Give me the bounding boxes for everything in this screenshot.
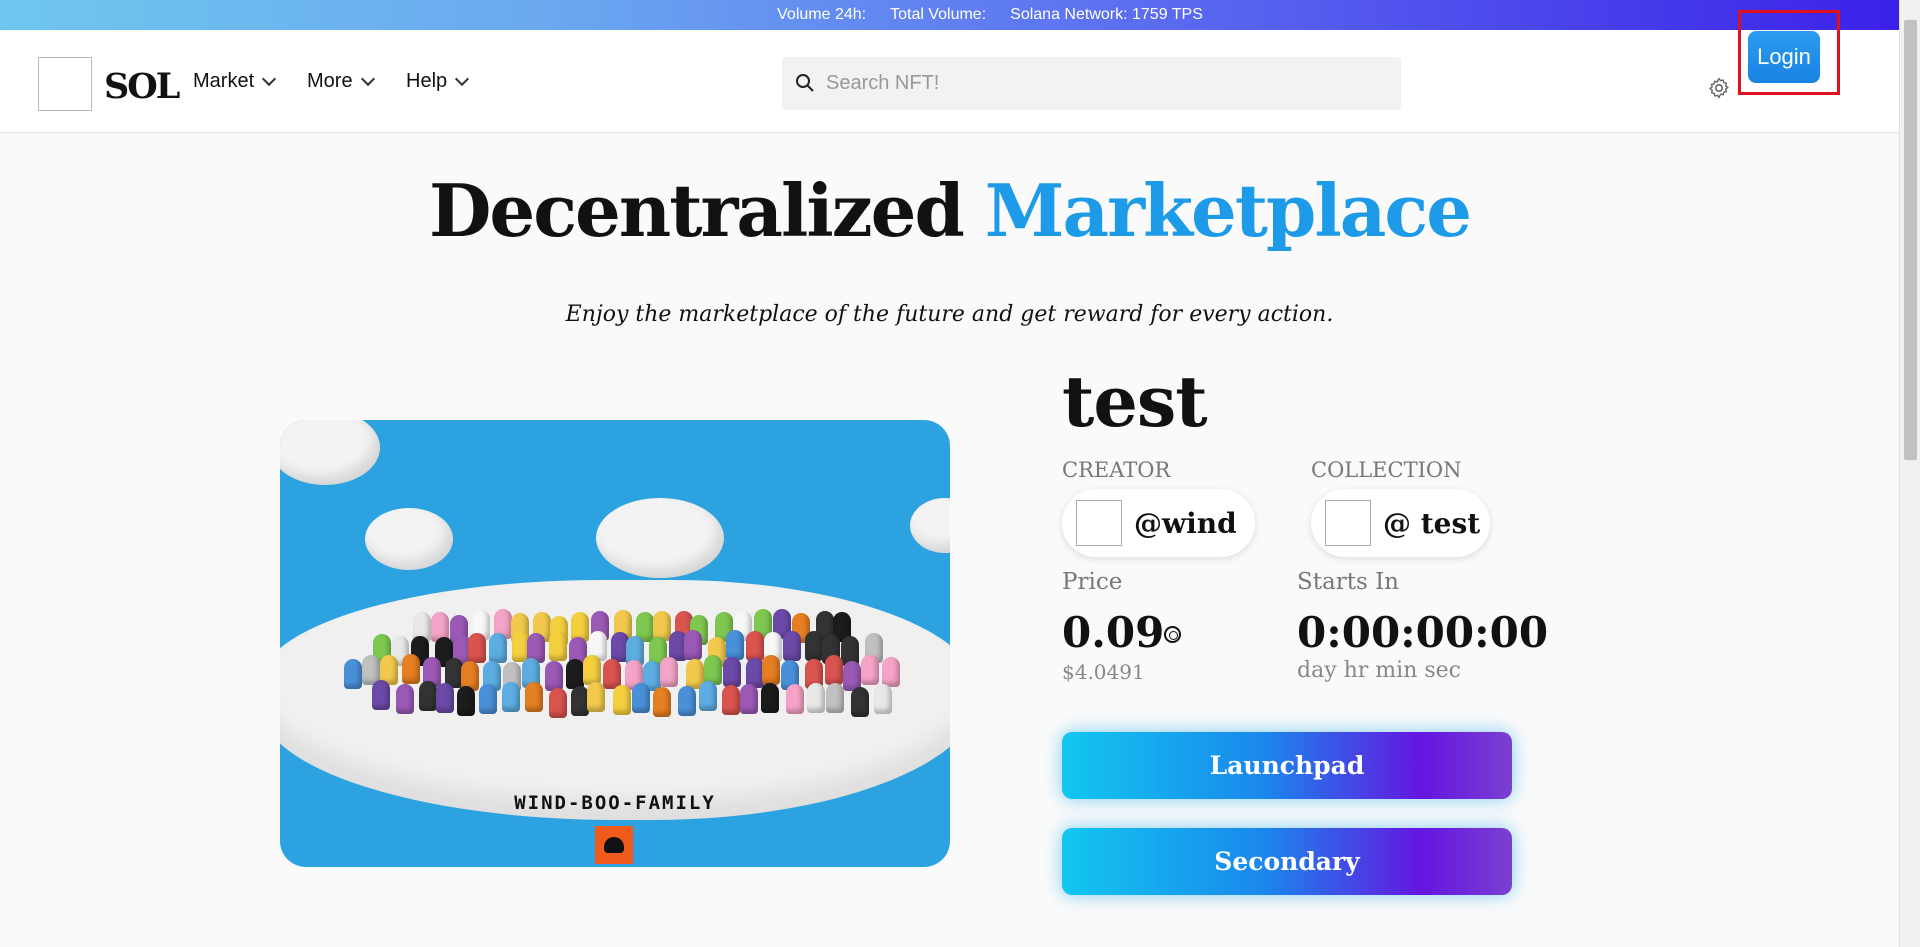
character-figure bbox=[782, 631, 801, 662]
price-value: 0.09 bbox=[1062, 608, 1165, 657]
collection-avatar bbox=[1325, 500, 1371, 546]
character-crowd bbox=[320, 590, 920, 740]
character-figure bbox=[805, 630, 824, 661]
price-usd: $4.0491 bbox=[1062, 660, 1145, 684]
character-figure bbox=[570, 686, 589, 717]
character-figure bbox=[698, 681, 717, 712]
secondary-button[interactable]: Secondary bbox=[1062, 828, 1512, 895]
character-figure bbox=[457, 685, 476, 716]
ticker-volume-24h: Volume 24h: bbox=[777, 6, 867, 23]
character-figure bbox=[806, 683, 825, 714]
search-icon bbox=[796, 74, 814, 92]
character-figure bbox=[488, 633, 507, 664]
nav-more[interactable]: More bbox=[307, 70, 375, 93]
character-figure bbox=[726, 630, 745, 661]
character-figure bbox=[740, 684, 759, 715]
chevron-down-icon bbox=[262, 71, 277, 87]
character-figure bbox=[524, 681, 543, 712]
chevron-down-icon bbox=[455, 71, 470, 87]
character-figure bbox=[786, 684, 805, 715]
character-figure bbox=[396, 683, 415, 714]
character-figure bbox=[544, 661, 563, 692]
nft-artwork[interactable]: WIND-BOO-FAMILY bbox=[280, 420, 950, 867]
character-figure bbox=[549, 630, 568, 661]
cloud-shape bbox=[280, 420, 380, 485]
character-figure bbox=[723, 656, 742, 687]
collection-name: @ test bbox=[1383, 506, 1481, 540]
creator-name: @wind bbox=[1134, 506, 1237, 540]
chevron-down-icon bbox=[360, 71, 375, 87]
hero-title-part2: Marketplace bbox=[984, 168, 1472, 253]
character-figure bbox=[851, 687, 870, 718]
character-figure bbox=[860, 655, 879, 686]
site-header: SOL Market More Help bbox=[0, 30, 1899, 133]
character-figure bbox=[631, 682, 650, 713]
nav-market-label: Market bbox=[193, 70, 255, 92]
hero-subtitle: Enjoy the marketplace of the future and … bbox=[565, 302, 1334, 327]
artwork-caption: WIND-BOO-FAMILY bbox=[514, 792, 716, 814]
countdown-units: day hr min sec bbox=[1297, 658, 1461, 683]
character-figure bbox=[762, 655, 781, 686]
starts-in-label: Starts In bbox=[1297, 569, 1399, 595]
creator-pill[interactable]: @wind bbox=[1062, 489, 1255, 557]
scrollbar-thumb[interactable] bbox=[1904, 20, 1917, 460]
character-figure bbox=[436, 683, 455, 714]
character-figure bbox=[722, 684, 741, 715]
character-figure bbox=[760, 683, 779, 714]
character-figure bbox=[401, 654, 420, 685]
character-figure bbox=[745, 630, 764, 661]
nft-title: test bbox=[1062, 360, 1208, 443]
creator-avatar bbox=[1076, 500, 1122, 546]
nav-help[interactable]: Help bbox=[406, 70, 470, 93]
artwork-badge-icon bbox=[595, 826, 633, 864]
collection-label: COLLECTION bbox=[1311, 458, 1462, 482]
nav-help-label: Help bbox=[406, 70, 448, 92]
cloud-shape bbox=[910, 498, 950, 553]
collection-pill[interactable]: @ test bbox=[1311, 489, 1490, 557]
character-figure bbox=[612, 684, 631, 715]
nav-more-label: More bbox=[307, 70, 353, 92]
cloud-shape bbox=[365, 508, 453, 570]
hero-title-part1: Decentralized bbox=[428, 168, 965, 253]
cloud-shape bbox=[596, 498, 724, 578]
login-button[interactable]: Login bbox=[1748, 31, 1820, 83]
brand-name[interactable]: SOL bbox=[104, 66, 180, 107]
ticker-total-volume: Total Volume: bbox=[890, 6, 987, 23]
character-figure bbox=[468, 632, 487, 663]
logo-image[interactable] bbox=[38, 57, 92, 111]
hero-title: Decentralized Marketplace bbox=[0, 168, 1899, 253]
search-input[interactable] bbox=[826, 57, 1386, 110]
character-figure bbox=[344, 659, 363, 690]
countdown-value: 0:00:00:00 bbox=[1297, 608, 1549, 657]
character-figure bbox=[881, 657, 900, 688]
character-figure bbox=[652, 687, 671, 718]
character-figure bbox=[824, 655, 843, 686]
character-figure bbox=[582, 654, 601, 685]
character-figure bbox=[660, 656, 679, 687]
character-figure bbox=[418, 680, 437, 711]
character-figure bbox=[684, 630, 703, 661]
character-figure bbox=[825, 683, 844, 714]
character-figure bbox=[478, 684, 497, 715]
launchpad-button[interactable]: Launchpad bbox=[1062, 732, 1512, 799]
solana-coin-icon bbox=[1164, 626, 1181, 643]
creator-label: CREATOR bbox=[1062, 458, 1171, 482]
character-figure bbox=[371, 680, 390, 711]
ticker-bar: Volume 24h: Total Volume: Solana Network… bbox=[0, 0, 1920, 30]
gear-icon[interactable] bbox=[1707, 76, 1731, 100]
character-figure bbox=[565, 659, 584, 690]
search-bar bbox=[782, 57, 1401, 110]
ticker-network-tps: Solana Network: 1759 TPS bbox=[1010, 6, 1203, 23]
character-figure bbox=[548, 687, 567, 718]
price-label: Price bbox=[1062, 569, 1123, 595]
character-figure bbox=[502, 681, 521, 712]
page-scrollbar[interactable] bbox=[1899, 0, 1920, 947]
character-figure bbox=[587, 681, 606, 712]
nav-market[interactable]: Market bbox=[193, 70, 277, 93]
character-figure bbox=[873, 683, 892, 714]
character-figure bbox=[678, 685, 697, 716]
